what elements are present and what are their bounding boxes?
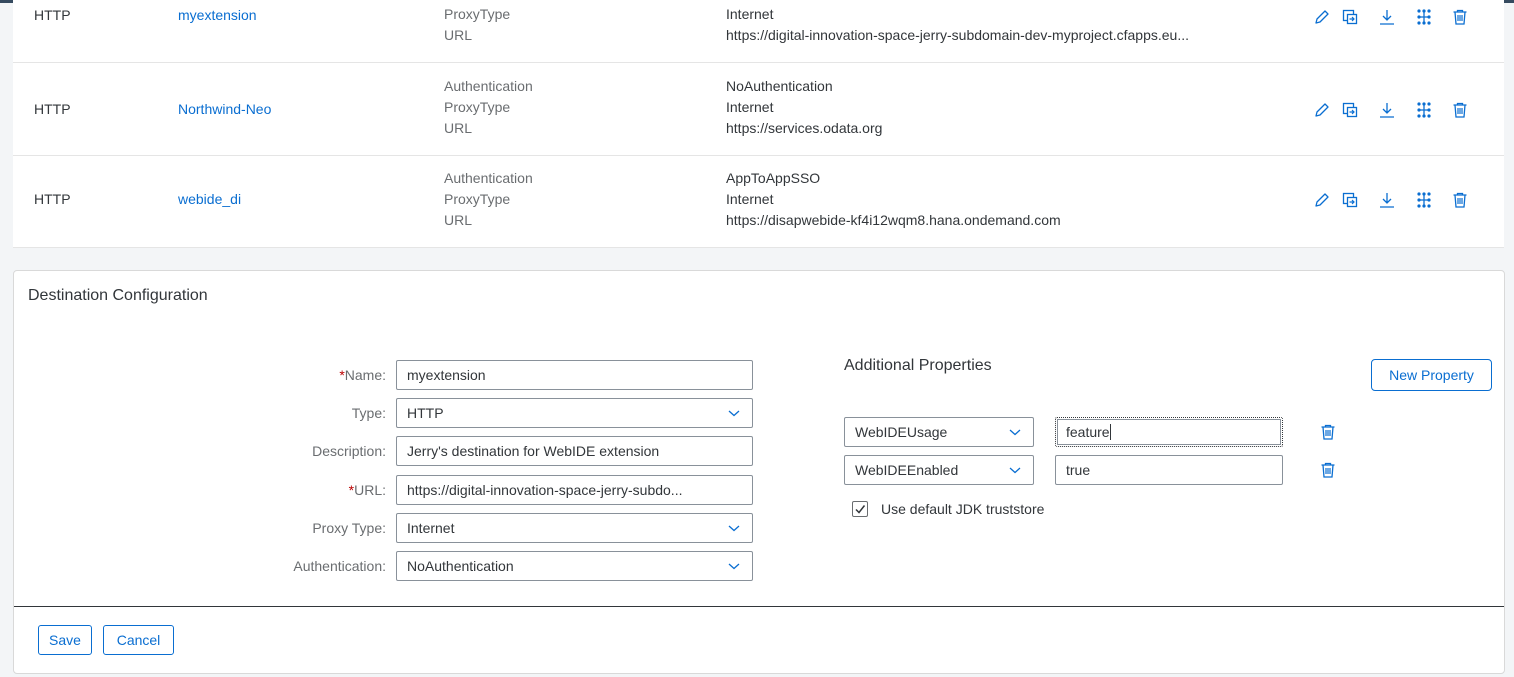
property-names: Authentication ProxyType URL: [444, 168, 533, 231]
property-value-input[interactable]: feature: [1055, 417, 1283, 447]
row-actions: [1311, 189, 1491, 211]
property-name: ProxyType: [444, 99, 511, 115]
table-row: HTTP myextension ProxyType URL Internet …: [13, 0, 1504, 63]
additional-properties-title: Additional Properties: [844, 357, 992, 374]
property-name: URL: [444, 212, 473, 228]
authentication-select[interactable]: NoAuthentication: [396, 551, 753, 581]
delete-property-icon[interactable]: [1317, 421, 1339, 443]
row-actions: [1311, 6, 1491, 28]
delete-icon[interactable]: [1449, 6, 1471, 28]
property-values: Internet https://digital-innovation-spac…: [726, 4, 1189, 46]
checkmark-icon: [855, 505, 866, 514]
edit-icon[interactable]: [1311, 189, 1333, 211]
description-label: Description:: [312, 443, 386, 459]
property-value: Internet: [726, 191, 774, 207]
property-value-text: feature: [1066, 424, 1110, 440]
property-value: AppToAppSSO: [726, 170, 821, 186]
footer-divider: [14, 606, 1504, 607]
panel-title: Destination Configuration: [28, 287, 208, 304]
download-icon[interactable]: [1376, 6, 1398, 28]
name-input[interactable]: myextension: [396, 360, 753, 390]
destination-type: HTTP: [34, 7, 71, 23]
property-key-select[interactable]: WebIDEUsage: [844, 417, 1034, 447]
property-value: Internet: [726, 99, 774, 115]
property-names: ProxyType URL: [444, 4, 510, 46]
delete-icon[interactable]: [1449, 99, 1471, 121]
property-name: URL: [444, 120, 473, 136]
save-button[interactable]: Save: [38, 625, 92, 655]
property-values: NoAuthentication Internet https://servic…: [726, 76, 882, 139]
check-connection-icon[interactable]: [1413, 99, 1435, 121]
name-label: *Name:: [206, 360, 386, 390]
text-cursor: [1109, 424, 1111, 440]
type-select[interactable]: HTTP: [396, 398, 753, 428]
type-label: Type:: [351, 405, 386, 421]
row-actions: [1311, 99, 1491, 121]
property-name: ProxyType: [444, 6, 511, 22]
chevron-down-icon: [1009, 429, 1021, 436]
delete-icon[interactable]: [1449, 189, 1471, 211]
table-row: HTTP webide_di Authentication ProxyType …: [13, 156, 1504, 248]
property-name: URL: [444, 27, 473, 43]
property-values: AppToAppSSO Internet https://disapwebide…: [726, 168, 1061, 231]
cancel-button[interactable]: Cancel: [103, 625, 174, 655]
type-select-value: HTTP: [407, 405, 444, 421]
proxy-type-select-value: Internet: [407, 520, 455, 536]
truststore-checkbox[interactable]: [852, 501, 868, 517]
description-input[interactable]: Jerry's destination for WebIDE extension: [396, 436, 753, 466]
url-input[interactable]: https://digital-innovation-space-jerry-s…: [396, 475, 753, 505]
clone-icon[interactable]: [1339, 6, 1361, 28]
name-label-text: Name:: [344, 367, 386, 383]
new-property-button[interactable]: New Property: [1371, 359, 1492, 391]
property-value: https://disapwebide-kf4i12wqm8.hana.onde…: [726, 212, 1061, 228]
property-name: ProxyType: [444, 191, 511, 207]
clone-icon[interactable]: [1339, 189, 1361, 211]
proxy-type-label: Proxy Type:: [312, 520, 386, 536]
destination-name-link[interactable]: Northwind-Neo: [178, 99, 271, 120]
property-value: https://services.odata.org: [726, 120, 883, 136]
clone-icon[interactable]: [1339, 99, 1361, 121]
chevron-down-icon: [728, 563, 740, 570]
authentication-label: Authentication:: [293, 558, 386, 574]
destination-name-link[interactable]: myextension: [178, 5, 257, 26]
destinations-table: HTTP myextension ProxyType URL Internet …: [13, 0, 1504, 248]
property-names: Authentication ProxyType URL: [444, 76, 533, 139]
proxy-type-select[interactable]: Internet: [396, 513, 753, 543]
destination-name-link[interactable]: webide_di: [178, 189, 241, 210]
property-name: Authentication: [444, 78, 533, 94]
edit-icon[interactable]: [1311, 6, 1333, 28]
table-row: HTTP Northwind-Neo Authentication ProxyT…: [13, 63, 1504, 156]
download-icon[interactable]: [1376, 99, 1398, 121]
property-name: Authentication: [444, 170, 533, 186]
authentication-select-value: NoAuthentication: [407, 558, 514, 574]
truststore-label: Use default JDK truststore: [881, 501, 1045, 517]
destination-type: HTTP: [34, 101, 71, 117]
edit-icon[interactable]: [1311, 99, 1333, 121]
property-value: https://digital-innovation-space-jerry-s…: [726, 27, 1189, 43]
property-value-input[interactable]: true: [1055, 455, 1283, 485]
chevron-down-icon: [728, 410, 740, 417]
delete-property-icon[interactable]: [1317, 459, 1339, 481]
property-value: Internet: [726, 6, 774, 22]
destination-type: HTTP: [34, 191, 71, 207]
chevron-down-icon: [1009, 467, 1021, 474]
check-connection-icon[interactable]: [1413, 6, 1435, 28]
property-key-value: WebIDEUsage: [855, 424, 948, 440]
property-key-value: WebIDEEnabled: [855, 462, 959, 478]
url-label: *URL:: [206, 475, 386, 505]
property-value: NoAuthentication: [726, 78, 833, 94]
download-icon[interactable]: [1376, 189, 1398, 211]
destination-configuration-panel: Destination Configuration *Name: myexten…: [13, 270, 1505, 674]
check-connection-icon[interactable]: [1413, 189, 1435, 211]
chevron-down-icon: [728, 525, 740, 532]
url-label-text: URL:: [354, 482, 386, 498]
property-key-select[interactable]: WebIDEEnabled: [844, 455, 1034, 485]
